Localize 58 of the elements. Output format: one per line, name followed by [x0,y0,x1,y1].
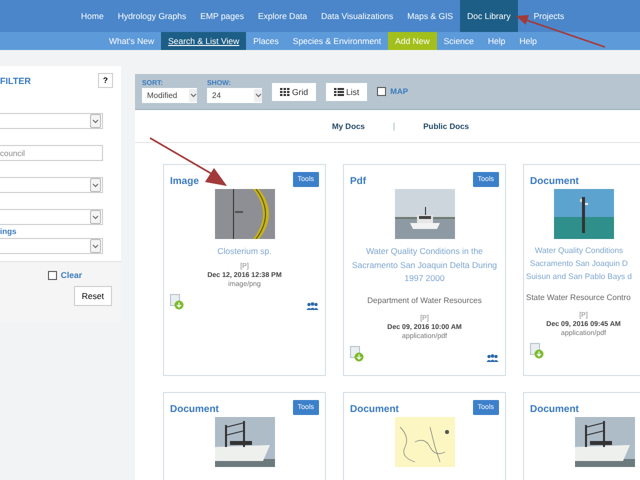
show-select[interactable]: 24 [207,88,262,103]
nav-link[interactable]: Species & Environment [286,32,388,50]
nav-link[interactable]: Places [246,32,286,50]
nav-link[interactable]: Help [480,32,512,50]
document-type: Pdf [350,175,366,187]
tab-separator: | [392,121,396,131]
nav-link[interactable]: Home [74,0,111,32]
document-title[interactable]: Water Quality Conditions in the Sacramento San Joaquin Delta During 1997 2000 [352,245,498,286]
select-field[interactable] [0,238,103,254]
input-field[interactable]: council [0,145,103,161]
caret-icon [254,89,262,102]
nav-link[interactable]: Hydrology Graphs [110,0,194,32]
agency-name: State Water Resource Contro [526,293,631,302]
document-title[interactable]: Water Quality Conditions Sacramento San Joaquin D Suisun and San Pablo Bays d [526,245,632,284]
list-view-button[interactable]: List [326,82,368,100]
document-type: Document [170,403,219,415]
download-icon[interactable] [350,346,364,362]
nav-link[interactable]: Search & List View [161,32,246,50]
clear-checkbox[interactable]: Clear [48,270,82,280]
nav-link[interactable]: EMP pages [193,0,251,32]
reset-button[interactable]: Reset [74,286,112,306]
document-type: Document [530,403,579,415]
docs-tab[interactable]: Public Docs [423,122,470,130]
docs-tab[interactable]: My Docs [332,122,365,130]
nav-link[interactable]: Explore Data [251,0,314,32]
caret-icon [90,210,101,224]
select-field[interactable] [0,113,103,129]
agency-name: Department of Water Resources [367,296,482,305]
sort-select[interactable]: Modified [142,88,197,103]
grid-view-button[interactable]: Grid [272,82,316,100]
caret-icon [90,178,101,192]
document-title[interactable]: Closterium sp. [217,245,272,259]
select-field[interactable] [0,177,103,193]
document-type: Image [170,175,199,187]
select-field[interactable] [0,209,103,225]
map-checkbox[interactable]: MAP [377,87,408,96]
caret-icon [189,89,197,102]
document-type: Document [350,403,399,415]
nav-link[interactable]: Maps & GIS [400,0,460,32]
caret-icon [90,239,101,253]
nav-link[interactable]: What's New [102,32,162,50]
nav-link[interactable]: Help [512,32,544,50]
filter-title: FILTER [0,76,31,86]
nav-link[interactable]: Science [436,32,481,50]
field-label: ings [0,227,18,236]
people-icon[interactable] [306,302,319,310]
help-button[interactable]: ? [98,73,113,88]
nav-link[interactable]: Data Visualizations [314,0,400,32]
grid-icon [280,88,290,96]
download-icon[interactable] [170,294,184,310]
people-icon[interactable] [486,354,499,362]
download-icon[interactable] [530,343,544,360]
list-icon [334,88,344,96]
nav-link[interactable]: Add New [388,32,437,50]
document-type: Document [530,175,579,187]
nav-link[interactable]: Projects [518,0,572,32]
nav-link[interactable]: Doc Library [460,0,518,32]
caret-icon [90,114,101,128]
